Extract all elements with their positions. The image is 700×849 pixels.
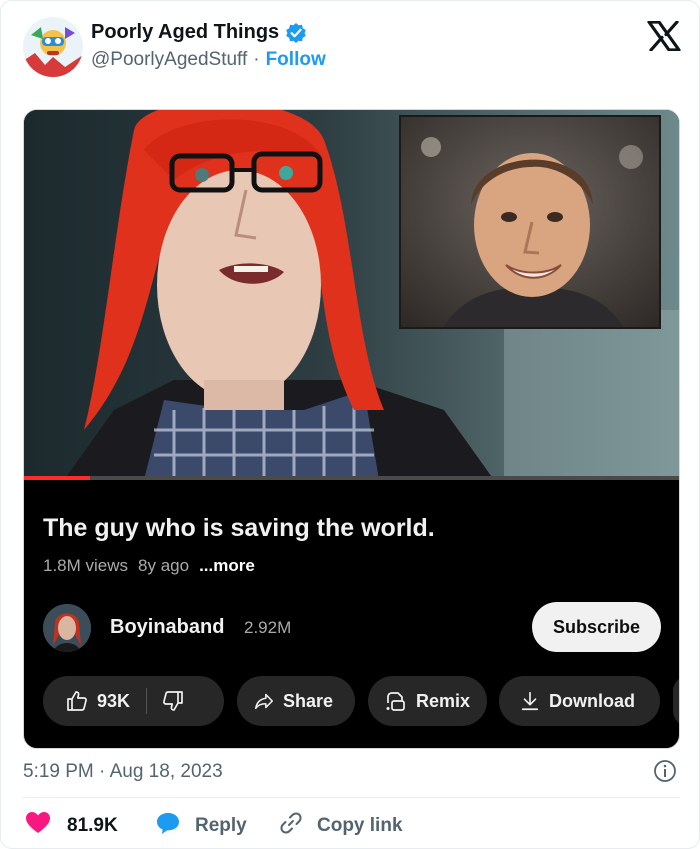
copy-link-action[interactable]: Copy link — [279, 811, 403, 841]
video-meta: 1.8M views 8y ago ...more — [43, 556, 255, 576]
remix-button[interactable]: Remix — [368, 676, 487, 726]
info-icon[interactable] — [653, 759, 677, 783]
heart-icon — [25, 811, 51, 841]
tweet-timestamp[interactable]: 5:19 PM · Aug 18, 2023 — [23, 761, 223, 783]
handle-separator: · — [253, 49, 260, 70]
copy-link-label: Copy link — [317, 815, 403, 836]
remix-icon — [384, 689, 408, 713]
inset-portrait — [399, 115, 661, 329]
download-label: Download — [549, 690, 635, 711]
more-actions-button[interactable] — [673, 676, 679, 726]
like-divider — [146, 688, 148, 714]
thumbs-down-icon[interactable] — [161, 689, 185, 713]
follow-link[interactable]: Follow — [266, 49, 326, 71]
like-count[interactable]: 93K — [97, 691, 130, 712]
video-progress-fill — [24, 476, 90, 480]
more-link[interactable]: ...more — [199, 556, 255, 576]
link-icon — [279, 811, 303, 841]
thumbs-up-icon[interactable] — [65, 689, 89, 713]
reply-bubble-icon — [155, 811, 181, 841]
share-button[interactable]: Share — [237, 676, 355, 726]
share-arrow-icon — [253, 690, 275, 712]
reply-action[interactable]: Reply — [155, 811, 247, 841]
reply-label: Reply — [195, 815, 247, 836]
remix-label: Remix — [416, 690, 471, 711]
like-dislike-pill: 93K — [43, 676, 224, 726]
like-count-label: 81.9K — [67, 815, 118, 836]
footer-divider — [23, 797, 680, 798]
like-action[interactable]: 81.9K — [25, 811, 118, 841]
video-progress-bar[interactable] — [24, 476, 679, 480]
subscriber-count: 2.92M — [244, 618, 292, 637]
x-logo-icon[interactable] — [647, 20, 681, 52]
download-button[interactable]: Download — [499, 676, 660, 726]
video-frame[interactable] — [24, 110, 679, 480]
author-name-text[interactable]: Poorly Aged Things — [91, 21, 279, 44]
author-handle-row: @PoorlyAgedStuff · Follow — [91, 49, 326, 71]
channel-name[interactable]: Boyinaband — [110, 616, 224, 639]
video-age: 8y ago — [138, 556, 190, 575]
tweet-card: Poorly Aged Things @PoorlyAgedStuff · Fo… — [0, 0, 700, 849]
subscribe-button[interactable]: Subscribe — [532, 602, 661, 652]
embedded-video-screenshot[interactable]: The guy who is saving the world. 1.8M vi… — [23, 109, 680, 749]
author-avatar[interactable] — [23, 17, 83, 77]
video-title: The guy who is saving the world. — [43, 514, 435, 542]
verified-badge-icon — [285, 22, 307, 44]
author-name[interactable]: Poorly Aged Things — [91, 21, 307, 44]
channel-avatar[interactable] — [43, 604, 91, 652]
download-icon — [519, 690, 541, 712]
share-label: Share — [283, 690, 334, 711]
author-handle[interactable]: @PoorlyAgedStuff — [91, 49, 247, 71]
video-views: 1.8M views — [43, 556, 129, 575]
